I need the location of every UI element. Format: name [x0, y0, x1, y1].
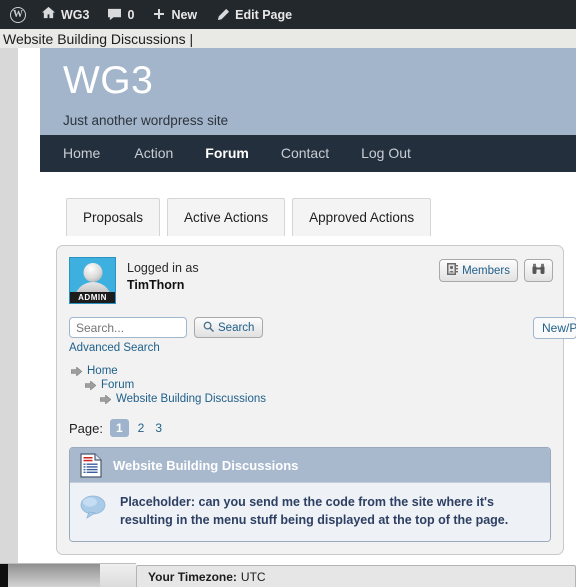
- nav-item-log-out[interactable]: Log Out: [345, 135, 427, 172]
- bottom-window-light-strip: [100, 563, 136, 587]
- site-header: WG3 Just another wordpress site: [40, 48, 576, 135]
- forum-panel: ADMIN Logged in as TimThorn Members Sear…: [56, 245, 576, 556]
- site-canvas: WG3 Just another wordpress site Home Act…: [40, 48, 576, 563]
- pagination: Page: 1 2 3: [69, 419, 551, 437]
- page-title-text: Website Building Discussions |: [3, 30, 194, 47]
- tab-strip: Proposals Active Actions Approved Action…: [40, 172, 576, 236]
- site-name-label: WG3: [61, 7, 90, 22]
- timezone-panel: Your Timezone: UTC: [136, 565, 576, 587]
- site-tagline: Just another wordpress site: [63, 113, 229, 128]
- search-input[interactable]: [69, 317, 187, 338]
- tab-approved-actions[interactable]: Approved Actions: [292, 198, 432, 236]
- forum-search-row: Search New/P: [69, 317, 576, 339]
- tab-active-actions[interactable]: Active Actions: [167, 198, 286, 236]
- breadcrumb-label: Website Building Discussions: [116, 393, 266, 405]
- binoculars-button[interactable]: [524, 259, 553, 282]
- pencil-icon: [215, 8, 230, 22]
- edit-page-menu-item[interactable]: Edit Page: [206, 0, 301, 29]
- binoculars-icon: [532, 263, 545, 278]
- arrow-icon: [71, 366, 82, 376]
- screenshot-root: WG3 0 New Edit Page Website Building Dis…: [0, 0, 576, 587]
- members-button[interactable]: Members: [439, 259, 518, 282]
- breadcrumb-item-home[interactable]: Home: [71, 365, 551, 377]
- timezone-label: Your Timezone:: [148, 569, 237, 584]
- nav-item-action[interactable]: Action: [118, 135, 189, 172]
- site-nav: Home Action Forum Contact Log Out: [40, 135, 576, 172]
- topic-header[interactable]: Website Building Discussions: [70, 448, 550, 482]
- advanced-search-link[interactable]: Advanced Search: [69, 342, 160, 354]
- bottom-window-dark-edge: [0, 563, 8, 587]
- post-text: Placeholder: can you send me the code fr…: [120, 495, 509, 528]
- wp-logo-menu-item[interactable]: [0, 0, 32, 29]
- nav-item-home[interactable]: Home: [63, 135, 118, 172]
- avatar: ADMIN: [69, 257, 116, 304]
- new-label: New: [171, 7, 198, 22]
- speech-bubble-icon: [80, 495, 106, 519]
- breadcrumb-label: Home: [87, 365, 118, 377]
- bottom-window: Your Timezone: UTC: [0, 563, 576, 587]
- home-icon: [41, 6, 56, 23]
- pagination-page-1[interactable]: 1: [109, 419, 129, 437]
- username-label: TimThorn: [127, 278, 185, 292]
- plus-icon: [152, 8, 166, 22]
- new-post-button[interactable]: New/P: [533, 317, 576, 339]
- edit-page-label: Edit Page: [235, 7, 293, 22]
- members-button-label: Members: [462, 264, 510, 277]
- forum-header-buttons: Members: [439, 259, 553, 282]
- pagination-page-2[interactable]: 2: [136, 421, 147, 435]
- left-gutter: [0, 48, 18, 563]
- comment-icon: [107, 8, 122, 21]
- bottom-window-gradient-strip: [8, 563, 100, 587]
- magnifier-icon: [203, 321, 214, 335]
- breadcrumb-item-topic[interactable]: Website Building Discussions: [100, 393, 551, 405]
- wordpress-logo-icon: [10, 6, 26, 23]
- document-list-icon: [80, 452, 102, 478]
- avatar-admin-badge: ADMIN: [70, 292, 115, 303]
- left-white-margin: [18, 48, 40, 563]
- avatar-head: [83, 263, 102, 282]
- new-content-menu-item[interactable]: New: [143, 0, 206, 29]
- topic-post: Placeholder: can you send me the code fr…: [70, 482, 550, 542]
- logged-in-as-label: Logged in as: [127, 261, 199, 275]
- login-info: Logged in as TimThorn: [127, 257, 199, 292]
- tab-proposals[interactable]: Proposals: [66, 198, 161, 236]
- bottom-window-top-edge: [0, 563, 136, 564]
- timezone-value: UTC: [240, 569, 266, 584]
- comments-menu-item[interactable]: 0: [98, 0, 143, 29]
- search-button-label: Search: [218, 321, 255, 334]
- breadcrumb-item-forum[interactable]: Forum: [85, 379, 551, 391]
- wp-admin-bar: WG3 0 New Edit Page: [0, 0, 576, 29]
- arrow-icon: [100, 394, 111, 404]
- pagination-label: Page:: [69, 420, 103, 436]
- search-button[interactable]: Search: [194, 317, 264, 338]
- nav-item-contact[interactable]: Contact: [265, 135, 345, 172]
- breadcrumb-label: Forum: [101, 379, 135, 391]
- site-title: WG3: [63, 59, 154, 102]
- browser-page-title: Website Building Discussions |: [0, 29, 576, 48]
- comment-count-label: 0: [127, 7, 135, 22]
- forum-user-row: ADMIN Logged in as TimThorn Members: [69, 257, 553, 304]
- nav-item-forum[interactable]: Forum: [189, 135, 265, 172]
- breadcrumb: Home Forum Website Building Discussions: [69, 365, 551, 405]
- topic-title: Website Building Discussions: [113, 457, 299, 473]
- site-name-menu-item[interactable]: WG3: [32, 0, 98, 29]
- topic-block: Website Building Discussions Placeholder…: [69, 447, 551, 543]
- arrow-icon: [85, 380, 96, 390]
- pagination-page-3[interactable]: 3: [153, 421, 164, 435]
- forum-wrapper: ADMIN Logged in as TimThorn Members Sear…: [40, 236, 576, 556]
- address-book-icon: [447, 263, 459, 278]
